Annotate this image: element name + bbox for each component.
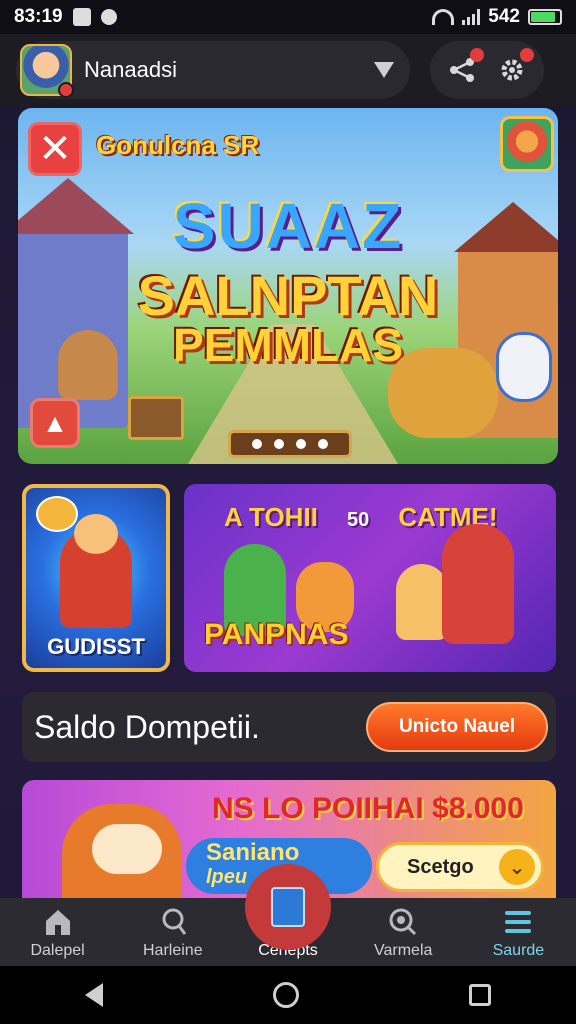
competition-button[interactable]: Unicto Nauel <box>366 702 548 752</box>
robot-character <box>496 332 552 402</box>
system-nav-bar <box>0 966 576 1024</box>
carousel-dot[interactable] <box>274 439 284 449</box>
character-thumbnail[interactable] <box>500 116 554 172</box>
competition-text: Saldo Dompetii. <box>34 708 260 745</box>
carousel-dot[interactable] <box>318 439 328 449</box>
game-card-panpnas[interactable]: A TOHII 50 CATME! PANPNAS <box>184 484 556 672</box>
nav-label: Saurde <box>492 942 545 959</box>
girl-character <box>396 564 448 640</box>
nav-item-profile[interactable]: Harleine <box>115 898 230 966</box>
document-icon <box>245 864 331 950</box>
hero-action-button[interactable]: ▲ <box>30 398 80 448</box>
home-circle-icon[interactable] <box>273 982 299 1008</box>
carousel-indicator[interactable] <box>228 430 352 458</box>
share-icon[interactable] <box>448 48 484 84</box>
dog-character <box>62 804 182 898</box>
notification-dot <box>58 82 74 98</box>
carousel-dot[interactable] <box>252 439 262 449</box>
app-screen: 83:19 542 Nanaadsi ✕ Gonulcna SR SUAAZ S… <box>0 0 576 1024</box>
nav-label: Dalepel <box>30 942 85 959</box>
promo-claim-button[interactable]: Scetgo ⌄ <box>376 842 544 892</box>
promo-claim-label: Scetgo <box>407 855 474 878</box>
card-title: A TOHII 50 CATME! <box>224 502 498 533</box>
home-icon <box>41 906 75 938</box>
filter-icon[interactable] <box>374 62 394 78</box>
menu-icon <box>501 906 535 938</box>
nav-item-menu[interactable]: Saurde <box>461 898 576 966</box>
lion-character <box>388 348 498 438</box>
close-button[interactable]: ✕ <box>28 122 82 176</box>
card-coin-value: 50 <box>347 509 370 531</box>
game-card-label: GUDISST <box>47 634 145 659</box>
chevron-down-icon: ⌄ <box>499 849 535 885</box>
search-icon <box>386 906 420 938</box>
nav-item-search[interactable]: Varmela <box>346 898 461 966</box>
nav-item-home[interactable]: Dalepel <box>0 898 115 966</box>
share-badge <box>470 48 484 62</box>
username: Nanaadsi <box>84 57 177 82</box>
bottom-nav: Dalepel Harleine Cenepts Varmela Saurde <box>0 864 576 966</box>
status-time: 83:19 <box>14 6 63 27</box>
monkey-hero-character <box>60 514 132 628</box>
hero-caption: Gonulcna SR <box>96 130 260 160</box>
nav-label: Varmela <box>374 942 433 959</box>
nav-label: Harleine <box>143 942 203 959</box>
status-bar: 83:19 542 <box>0 0 576 34</box>
header-actions <box>430 41 544 99</box>
battery-icon <box>528 9 562 25</box>
card-bottom-title: PANPNAS <box>204 618 349 651</box>
avatar[interactable] <box>20 44 74 98</box>
carousel-dot[interactable] <box>296 439 306 449</box>
competition-bar: Saldo Dompetii. Unicto Nauel <box>22 692 556 762</box>
game-card-gudisst[interactable]: GUDISST <box>22 484 170 672</box>
card-title-part1: A TOHII <box>224 502 318 532</box>
recent-apps-icon[interactable] <box>469 984 491 1006</box>
back-icon[interactable] <box>85 983 103 1007</box>
hero-title-line2: SALNPTAN <box>137 264 439 327</box>
wifi-icon <box>432 9 455 25</box>
settings-gear-icon[interactable] <box>498 48 534 84</box>
settings-badge <box>520 48 534 62</box>
game-logo-badge <box>36 496 78 532</box>
promo-headline: NS LO POIIHAI $8.000 <box>212 792 524 825</box>
treasure-chest <box>128 396 184 440</box>
profile-pill[interactable]: Nanaadsi <box>16 41 410 99</box>
gallery-icon <box>72 8 91 26</box>
battery-text: 542 <box>488 6 520 27</box>
hero-title-line1: SUAAZ <box>172 190 404 262</box>
pirate-character <box>442 524 514 644</box>
app-header: Nanaadsi <box>0 34 576 106</box>
hero-banner[interactable]: ✕ Gonulcna SR SUAAZ SALNPTAN PEMMLAS ▲ <box>18 108 558 464</box>
promo-subtitle-line1: Saniano <box>206 839 300 866</box>
squirrel-character <box>58 330 118 400</box>
location-icon <box>100 9 117 25</box>
nav-item-concepts[interactable]: Cenepts <box>230 864 345 966</box>
signal-icon <box>462 9 481 25</box>
profile-icon <box>156 906 190 938</box>
